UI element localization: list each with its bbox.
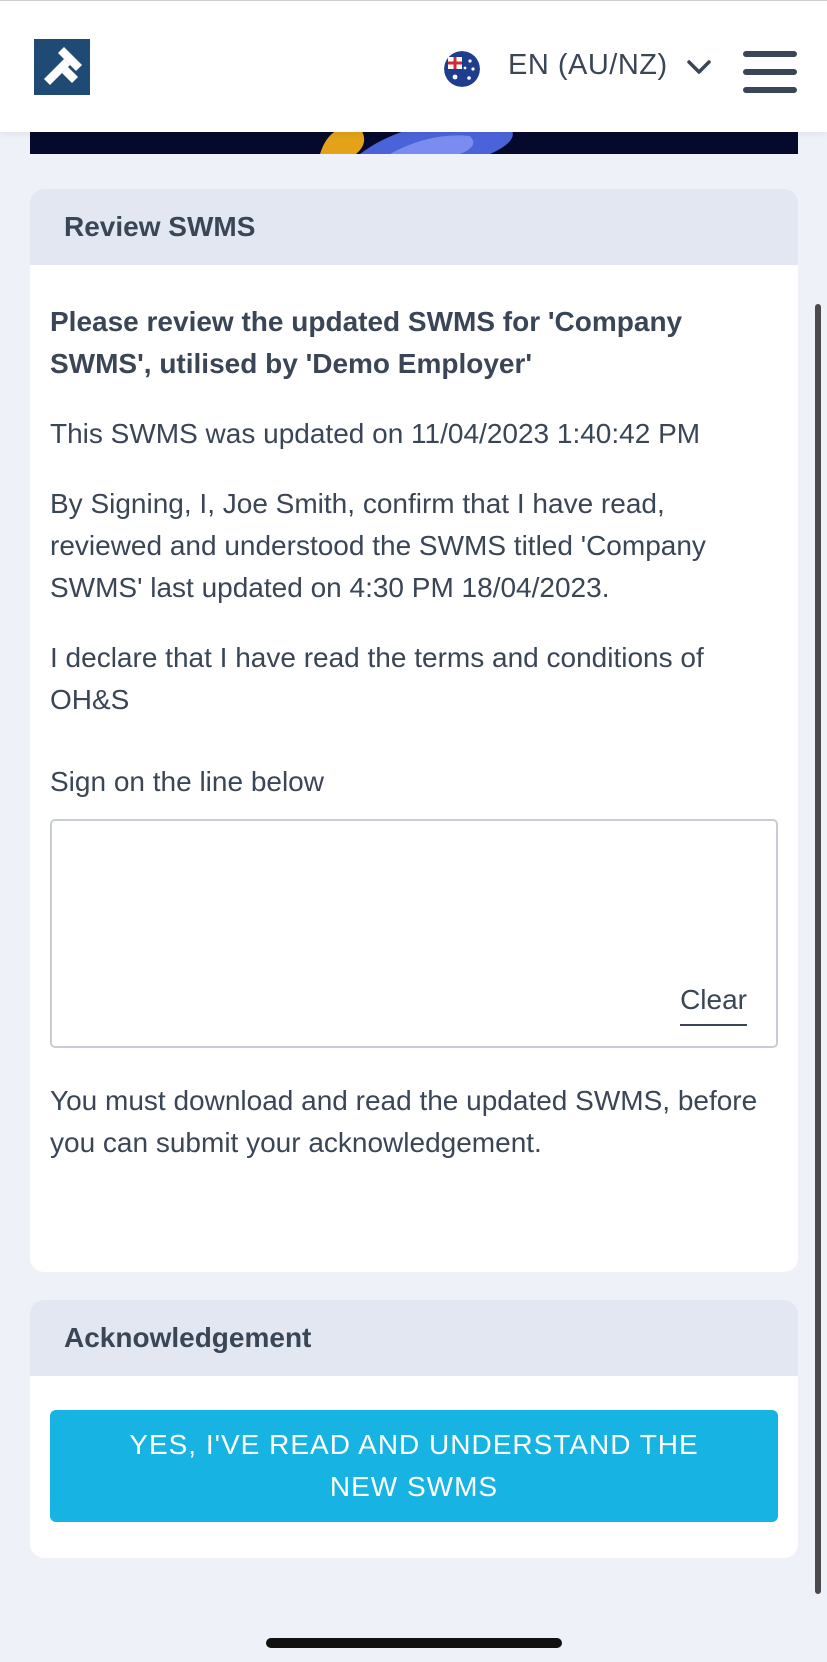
chevron-down-icon[interactable] [686, 57, 712, 77]
declaration-text: I declare that I have read the terms and… [50, 642, 704, 715]
acknowledge-button[interactable]: YES, I'VE READ AND UNDERSTAND THE NEW SW… [50, 1410, 778, 1522]
review-title: Please review the updated SWMS for 'Comp… [50, 306, 683, 379]
clear-signature-button[interactable]: Clear [680, 984, 747, 1026]
signature-pad[interactable]: Clear [50, 819, 778, 1048]
acknowledgement-card: Acknowledgement YES, I'VE READ AND UNDER… [30, 1300, 798, 1558]
review-swms-heading: Review SWMS [30, 189, 798, 265]
download-notice-text: You must download and read the updated S… [50, 1085, 758, 1158]
review-swms-card: Review SWMS Please review the updated SW… [30, 189, 798, 1272]
page-scrollbar[interactable] [815, 304, 821, 1594]
signature-label: Sign on the line below [50, 766, 324, 797]
language-selector-label[interactable]: EN (AU/NZ) [508, 49, 668, 82]
australia-flag-icon[interactable] [444, 51, 480, 87]
top-navigation-bar: EN (AU/NZ) [0, 0, 827, 132]
company-logo-icon[interactable] [34, 39, 90, 95]
confirmation-text: By Signing, I, Joe Smith, confirm that I… [50, 488, 706, 603]
hamburger-menu-icon[interactable] [743, 51, 797, 93]
updated-date-text: This SWMS was updated on 11/04/2023 1:40… [50, 418, 701, 449]
acknowledgement-heading: Acknowledgement [30, 1300, 798, 1376]
home-indicator[interactable] [266, 1638, 562, 1648]
